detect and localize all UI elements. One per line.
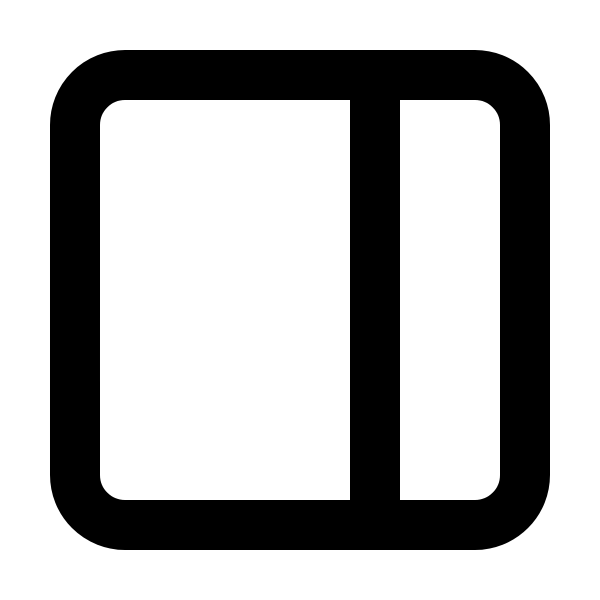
panel-right-sidebar-icon xyxy=(0,0,600,600)
icon-outer-frame xyxy=(50,50,550,550)
icon-canvas xyxy=(0,0,600,600)
icon-sidebar-divider xyxy=(350,75,400,525)
panel-right-sidebar-svg xyxy=(50,50,550,550)
